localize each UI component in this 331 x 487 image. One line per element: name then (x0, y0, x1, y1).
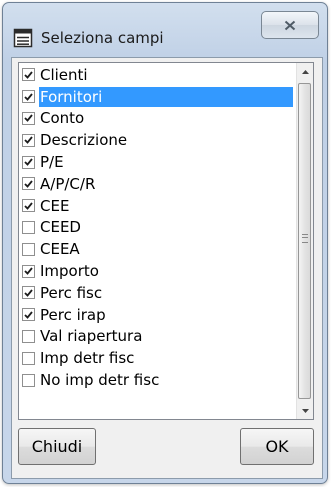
checkbox[interactable] (22, 329, 35, 343)
check-icon (24, 311, 33, 319)
check-icon (24, 71, 33, 79)
scrollbar-grip-icon (302, 234, 308, 243)
dialog-window: Seleziona campi Clienti Fornitori Conto Des… (2, 2, 328, 484)
list-item[interactable]: A/P/C/R (19, 173, 293, 195)
list-item[interactable]: Perc fisc (19, 282, 293, 304)
checkbox[interactable] (22, 90, 35, 104)
window-title: Seleziona campi (41, 29, 164, 47)
list-item[interactable]: P/E (19, 151, 293, 173)
list-item[interactable]: Fornitori (19, 86, 293, 108)
scroll-down-arrow-icon[interactable] (297, 402, 313, 419)
list-window-icon (13, 28, 33, 48)
check-icon (24, 114, 33, 123)
list-item-label: CEEA (40, 240, 80, 259)
checkbox[interactable] (22, 199, 35, 213)
list-item[interactable]: Conto (19, 108, 293, 130)
list-item[interactable]: Importo (19, 260, 293, 282)
scroll-up-arrow-icon[interactable] (297, 63, 313, 80)
list-item[interactable]: Descrizione (19, 129, 293, 151)
checkbox[interactable] (22, 177, 35, 191)
check-icon (24, 93, 33, 101)
check-icon (24, 202, 33, 210)
title-bar[interactable]: Seleziona campi (3, 3, 327, 57)
check-icon (24, 180, 33, 188)
list-item-label: P/E (40, 153, 64, 172)
list-item-label: No imp detr fisc (40, 371, 160, 390)
list-item[interactable]: Imp detr fisc (19, 347, 293, 369)
vertical-scrollbar[interactable] (296, 63, 313, 419)
checkbox[interactable] (22, 242, 35, 256)
check-icon (24, 267, 33, 275)
list-item-label: A/P/C/R (40, 174, 96, 193)
close-button[interactable]: Chiudi (18, 428, 96, 465)
fields-checklist[interactable]: Clienti Fornitori Conto Descrizione P/E A/P/C… (18, 62, 314, 420)
ok-button[interactable]: OK (240, 428, 314, 465)
checkbox[interactable] (22, 373, 35, 387)
list-item-label: Descrizione (40, 131, 128, 150)
list-item-label: CEED (40, 218, 81, 237)
list-item[interactable]: Val riapertura (19, 326, 293, 348)
list-item[interactable]: CEED (19, 217, 293, 239)
checklist-items: Clienti Fornitori Conto Descrizione P/E A/P/C… (19, 64, 293, 391)
checkbox[interactable] (22, 286, 35, 300)
list-item-label: Clienti (40, 65, 88, 84)
checkbox[interactable] (22, 111, 35, 125)
list-item-label: Val riapertura (40, 327, 143, 346)
check-icon (24, 136, 33, 145)
checkbox[interactable] (22, 68, 35, 82)
list-item[interactable]: No imp detr fisc (19, 369, 293, 391)
check-icon (24, 158, 33, 166)
list-item[interactable]: CEEA (19, 238, 293, 260)
list-item-label: Fornitori (39, 86, 293, 107)
checkbox[interactable] (22, 220, 35, 234)
list-item[interactable]: CEE (19, 195, 293, 217)
close-x-icon (284, 16, 296, 35)
checkbox[interactable] (22, 155, 35, 169)
list-item-label: Imp detr fisc (40, 349, 135, 368)
list-item-label: CEE (40, 196, 70, 215)
checkbox[interactable] (22, 133, 35, 147)
list-item[interactable]: Perc irap (19, 304, 293, 326)
checkbox[interactable] (22, 351, 35, 365)
check-icon (24, 289, 33, 297)
list-item[interactable]: Clienti (19, 64, 293, 86)
list-item-label: Importo (40, 262, 99, 281)
list-item-label: Conto (40, 109, 85, 128)
checkbox[interactable] (22, 264, 35, 278)
close-window-button[interactable] (261, 11, 319, 39)
checkbox[interactable] (22, 308, 35, 322)
scrollbar-thumb[interactable] (298, 83, 311, 399)
list-item-label: Perc irap (40, 305, 106, 324)
list-item-label: Perc fisc (40, 283, 103, 302)
dialog-client-area: Clienti Fornitori Conto Descrizione P/E A/P/C… (11, 57, 323, 479)
